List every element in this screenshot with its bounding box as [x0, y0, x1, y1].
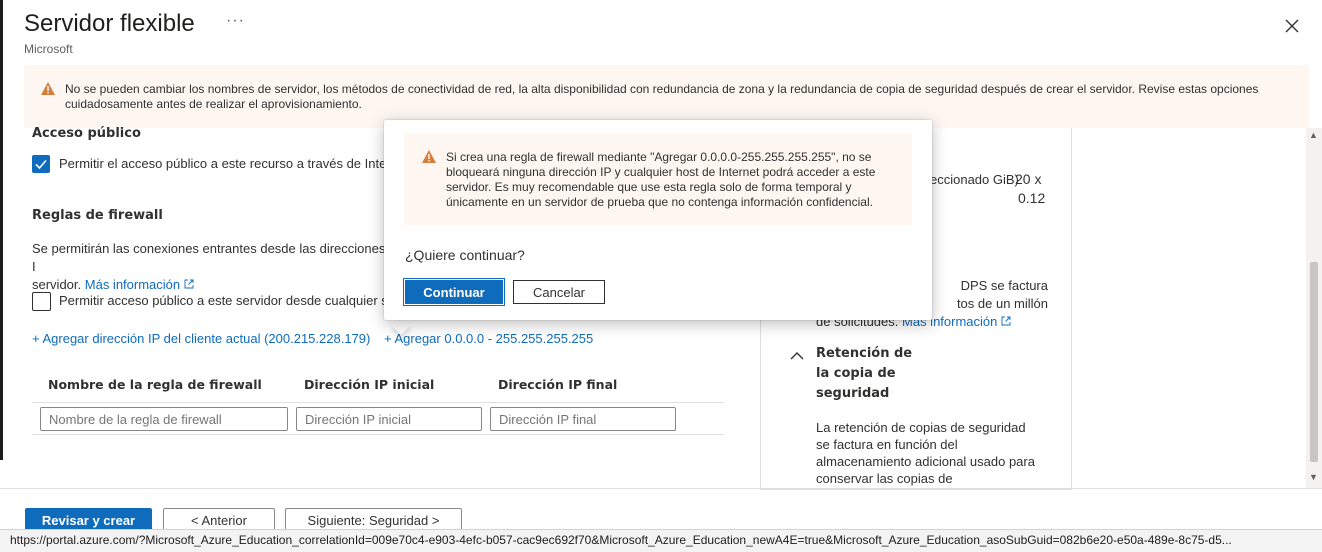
- firewall-desc-line2: servidor.: [32, 277, 82, 292]
- scrollbar-thumb[interactable]: [1310, 262, 1318, 462]
- add-client-ip-link[interactable]: + Agregar dirección IP del cliente actua…: [32, 331, 370, 346]
- warning-icon: [421, 149, 437, 169]
- server-public-access-checkbox[interactable]: [32, 292, 51, 311]
- more-options-icon[interactable]: ···: [226, 12, 245, 30]
- column-header-start-ip: Dirección IP inicial: [304, 377, 435, 392]
- dialog-warning-text: Si crea una regla de firewall mediante "…: [446, 150, 876, 209]
- chevron-up-icon[interactable]: [790, 348, 804, 366]
- column-header-end-ip: Dirección IP final: [498, 377, 618, 392]
- dialog-warning-box: Si crea una regla de firewall mediante "…: [404, 134, 912, 225]
- status-bar-url: https://portal.azure.com/?Microsoft_Azur…: [0, 529, 1322, 552]
- external-link-icon: [1001, 316, 1011, 326]
- left-edge-bar: [0, 0, 3, 460]
- backup-retention-description: La retención de copias de seguridad se f…: [816, 420, 1035, 486]
- cancel-button[interactable]: Cancelar: [513, 280, 605, 304]
- end-ip-input[interactable]: [490, 407, 676, 431]
- more-info-link[interactable]: Más información: [85, 277, 194, 292]
- scroll-down-icon[interactable]: ▼: [1309, 472, 1318, 482]
- warning-banner: No se pueden cambiar los nombres de serv…: [24, 65, 1309, 128]
- start-ip-input[interactable]: [296, 407, 482, 431]
- table-divider: [32, 434, 724, 435]
- storage-capacity-value: 20 x: [1015, 171, 1042, 187]
- column-header-rule-name: Nombre de la regla de firewall: [48, 377, 262, 392]
- storage-capacity-label: eccionado GiB): [930, 172, 1019, 187]
- firewall-description: Se permitirán las conexiones entrantes d…: [32, 240, 392, 294]
- warning-banner-text: No se pueden cambiar los nombres de serv…: [65, 82, 1259, 111]
- firewall-desc-line1: Se permitirán las conexiones entrantes d…: [32, 241, 386, 274]
- table-divider: [32, 402, 724, 403]
- page-title: Servidor flexible: [24, 10, 195, 37]
- public-access-checkbox-label: Permitir el acceso público a este recurs…: [59, 156, 391, 171]
- public-access-checkbox[interactable]: [32, 155, 50, 173]
- rule-name-input[interactable]: [40, 407, 288, 431]
- page-subtitle: Microsoft: [24, 42, 73, 56]
- scroll-up-icon[interactable]: ▲: [1309, 130, 1318, 140]
- warning-icon: [40, 81, 56, 101]
- storage-price-value: 0.12: [1018, 190, 1046, 206]
- public-access-heading: Acceso público: [32, 126, 141, 141]
- continue-button[interactable]: Continuar: [403, 278, 505, 306]
- add-all-ip-link[interactable]: + Agregar 0.0.0.0 - 255.255.255.255: [384, 331, 593, 346]
- firewall-rules-heading: Reglas de firewall: [32, 208, 163, 223]
- footer-divider: [0, 488, 1322, 489]
- backup-retention-heading: Retención de la copia de seguridad: [816, 346, 913, 401]
- close-icon[interactable]: [1280, 14, 1304, 38]
- server-public-access-label: Permitir acceso público a este servidor …: [59, 293, 388, 308]
- dialog-question: ¿Quiere continuar?: [405, 247, 525, 263]
- external-link-icon: [184, 279, 194, 289]
